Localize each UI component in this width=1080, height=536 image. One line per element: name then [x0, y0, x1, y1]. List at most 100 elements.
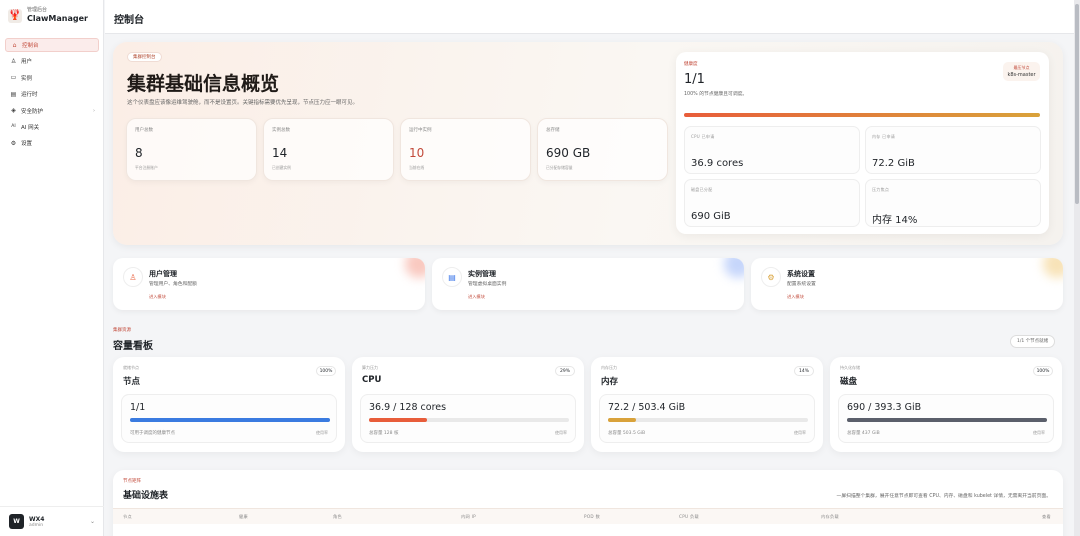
- user-role: admin: [29, 522, 44, 528]
- brand[interactable]: 🦞 管理后台 ClawManager: [8, 7, 88, 24]
- health-panel: 健康度 1/1 100% 的节点健康且可调度。 最压节点 k8s-master …: [676, 52, 1049, 234]
- quick-card-title: 用户管理: [149, 270, 177, 278]
- avatar: W: [9, 514, 24, 529]
- hero-title: 集群基础信息概览: [127, 73, 280, 95]
- capacity-card-disk: 持久化存储 磁盘 100% 690 / 393.3 GiB 总容量 437 Gi…: [830, 357, 1062, 452]
- capacity-footnote: 可用于调度的健康节点: [130, 431, 175, 436]
- home-icon: ⌂: [12, 41, 17, 49]
- capacity-value: 36.9 / 128 cores: [369, 402, 447, 413]
- metric-pressure: 压力焦点内存 14%: [865, 179, 1041, 227]
- capacity-card-nodes: 就绪节点 节点 100% 1/1 可用于调度的健康节点 使用率: [113, 357, 345, 452]
- percent-badge: 29%: [555, 366, 575, 376]
- hero-chip: 集群控制台: [127, 52, 162, 62]
- progress-fill: [847, 418, 1047, 422]
- sidebar-item-label: 设置: [21, 141, 33, 148]
- capacity-footnote: 总容量 503.5 GiB: [608, 431, 646, 436]
- capacity-card-cpu: 算力压力 CPU 29% 36.9 / 128 cores 总容量 128 核 …: [352, 357, 584, 452]
- column-header: 查看: [1042, 514, 1051, 519]
- capacity-card-label: 内存压力: [601, 365, 617, 370]
- capacity-section-label: 集群资源: [113, 328, 131, 333]
- top-bar: 控制台: [105, 0, 1080, 34]
- metric-value: 690 GiB: [691, 211, 731, 222]
- ai-icon: AI: [11, 124, 16, 130]
- shield-icon: ◈: [11, 107, 16, 115]
- node-ready-pill[interactable]: 1/1 个节点就绪: [1010, 335, 1056, 348]
- stat-sub: 当前在线: [409, 165, 425, 170]
- capacity-card-title: 内存: [601, 377, 619, 387]
- capacity-card-title: 节点: [123, 377, 141, 387]
- table-title: 基础设施表: [123, 491, 169, 501]
- user-icon: ♙: [123, 267, 143, 287]
- stat-card-users: 用户总数 8 平台注册账户: [126, 118, 257, 181]
- user-name: WX4: [29, 515, 45, 523]
- user-icon: ♙: [10, 57, 17, 65]
- page-scrollbar[interactable]: [1074, 0, 1080, 536]
- chevron-down-icon[interactable]: ⌄: [90, 518, 95, 525]
- brand-name: ClawManager: [27, 14, 88, 23]
- enter-module-link[interactable]: 进入模块: [787, 294, 804, 300]
- usage-label: 使用率: [1033, 430, 1045, 435]
- sidebar-item-label: 控制台: [22, 43, 39, 49]
- quick-card-users[interactable]: ♙ 用户管理 管理用户、角色和配额 进入模块: [113, 258, 425, 310]
- stat-value: 8: [135, 146, 143, 160]
- stat-value: 10: [409, 146, 425, 160]
- quick-card-title: 实例管理: [468, 270, 496, 278]
- top-node-label: 最压节点: [1013, 65, 1030, 70]
- infrastructure-table: 节点矩阵 基础设施表 一屏扫描整个集群，展开任意节点即可查看 CPU、内存、磁盘…: [113, 470, 1063, 536]
- stat-card-running: 运行中实例 10 当前在线: [400, 118, 531, 181]
- stat-label: 运行中实例: [409, 128, 432, 133]
- top-node-badge: 最压节点 k8s-master: [1003, 62, 1040, 81]
- capacity-card-title: 磁盘: [840, 377, 858, 387]
- sidebar: 🦞 管理后台 ClawManager ⌂ 控制台 ♙ 用户 ▭ 实例 ▤ 运行时 ◈ 安全…: [0, 0, 104, 536]
- server-icon: ▤: [10, 90, 17, 98]
- capacity-card-label: 算力压力: [362, 365, 378, 370]
- sidebar-item-label: 用户: [21, 59, 33, 66]
- sidebar-item-users[interactable]: ♙ 用户: [5, 54, 99, 68]
- stat-sub: 已分配存储容量: [546, 165, 573, 170]
- metric-label: 压力焦点: [872, 187, 890, 192]
- enter-module-link[interactable]: 进入模块: [149, 294, 166, 300]
- percent-badge: 14%: [794, 366, 814, 376]
- decorative-blob: [1043, 258, 1063, 278]
- health-label: 健康度: [684, 62, 698, 67]
- capacity-value: 1/1: [130, 402, 146, 413]
- enter-module-link[interactable]: 进入模块: [468, 294, 485, 300]
- progress-fill: [130, 418, 330, 422]
- capacity-card-label: 就绪节点: [123, 365, 139, 370]
- health-bar: [684, 113, 1040, 117]
- sidebar-item-instances[interactable]: ▭ 实例: [5, 71, 99, 85]
- progress-fill: [369, 418, 427, 422]
- sidebar-item-security[interactable]: ◈ 安全防护 ›: [5, 104, 99, 118]
- quick-card-title: 系统设置: [787, 270, 815, 278]
- gear-icon: ⚙: [761, 267, 781, 287]
- sidebar-item-ai-gateway[interactable]: AI AI 网关: [5, 120, 99, 134]
- stat-value: 690 GB: [546, 146, 591, 160]
- metric-value: 内存 14%: [872, 215, 918, 226]
- user-menu[interactable]: W WX4 admin ⌄: [0, 506, 104, 536]
- brand-subtitle: 管理后台: [27, 7, 48, 13]
- metric-value: 36.9 cores: [691, 158, 744, 169]
- health-description: 100% 的节点健康且可调度。: [684, 92, 748, 97]
- stat-label: 用户总数: [135, 128, 153, 133]
- quick-card-instances[interactable]: ▤ 实例管理 管理虚拟桌面实例 进入模块: [432, 258, 744, 310]
- quick-card-settings[interactable]: ⚙ 系统设置 配置系统设置 进入模块: [751, 258, 1063, 310]
- sidebar-item-settings[interactable]: ⚙ 设置: [5, 136, 99, 150]
- usage-label: 使用率: [555, 430, 567, 435]
- chevron-right-icon: ›: [93, 107, 95, 114]
- page-title: 控制台: [114, 15, 144, 26]
- column-header: 内存负载: [821, 514, 839, 519]
- scrollbar-thumb[interactable]: [1075, 4, 1079, 204]
- monitor-icon: ▭: [10, 74, 17, 82]
- hero-description: 这个仪表盘应该像运维驾驶舱，而不是设置页。关键指标需要优先呈现，节点压力应一眼可…: [127, 100, 359, 106]
- table-header: 节点 健康 角色 内网 IP POD 数 CPU 负载 内存负载 查看: [113, 508, 1063, 524]
- column-header: 健康: [239, 514, 248, 519]
- sidebar-item-label: 实例: [21, 75, 33, 82]
- stat-card-instances: 实例总数 14 已创建实例: [263, 118, 394, 181]
- usage-label: 使用率: [794, 430, 806, 435]
- sidebar-item-runtime[interactable]: ▤ 运行时: [5, 87, 99, 101]
- decorative-blob: [405, 258, 425, 278]
- capacity-value: 690 / 393.3 GiB: [847, 402, 922, 413]
- sidebar-item-console[interactable]: ⌂ 控制台: [5, 38, 99, 52]
- stat-sub: 已创建实例: [272, 165, 291, 170]
- progress-bar: [369, 418, 569, 422]
